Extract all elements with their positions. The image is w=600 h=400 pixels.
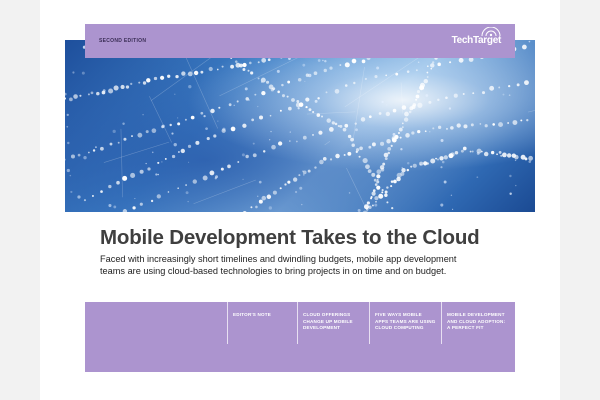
toc-line: EDITOR'S NOTE bbox=[233, 312, 272, 317]
edition-label: SECOND EDITION bbox=[99, 38, 147, 44]
brand-logo-text: TechTarget bbox=[451, 35, 502, 46]
page-title: Mobile Development Takes to the Cloud bbox=[100, 226, 480, 249]
hero-image bbox=[65, 40, 535, 212]
page-subtitle: Faced with increasingly short timelines … bbox=[100, 254, 457, 276]
toc-line: A PERFECT FIT bbox=[447, 325, 484, 330]
toc-item-editors-note[interactable]: EDITOR'S NOTE bbox=[227, 302, 297, 344]
network-dots-image bbox=[65, 40, 535, 212]
toc-line: DEVELOPMENT bbox=[303, 325, 341, 330]
toc-item-cloud-offerings[interactable]: CLOUD OFFERINGS CHANGE UP MOBILE DEVELOP… bbox=[297, 302, 369, 344]
toc-item-perfect-fit[interactable]: MOBILE DEVELOPMENT AND CLOUD ADOPTION: A… bbox=[441, 302, 515, 344]
toc-line: CLOUD COMPUTING bbox=[375, 325, 424, 330]
header-band: SECOND EDITION TechTarget bbox=[85, 24, 515, 58]
toc-item-five-ways[interactable]: FIVE WAYS MOBILE APPS TEAMS ARE USING CL… bbox=[369, 302, 441, 344]
toc-band: EDITOR'S NOTE CLOUD OFFERINGS CHANGE UP … bbox=[85, 302, 515, 372]
